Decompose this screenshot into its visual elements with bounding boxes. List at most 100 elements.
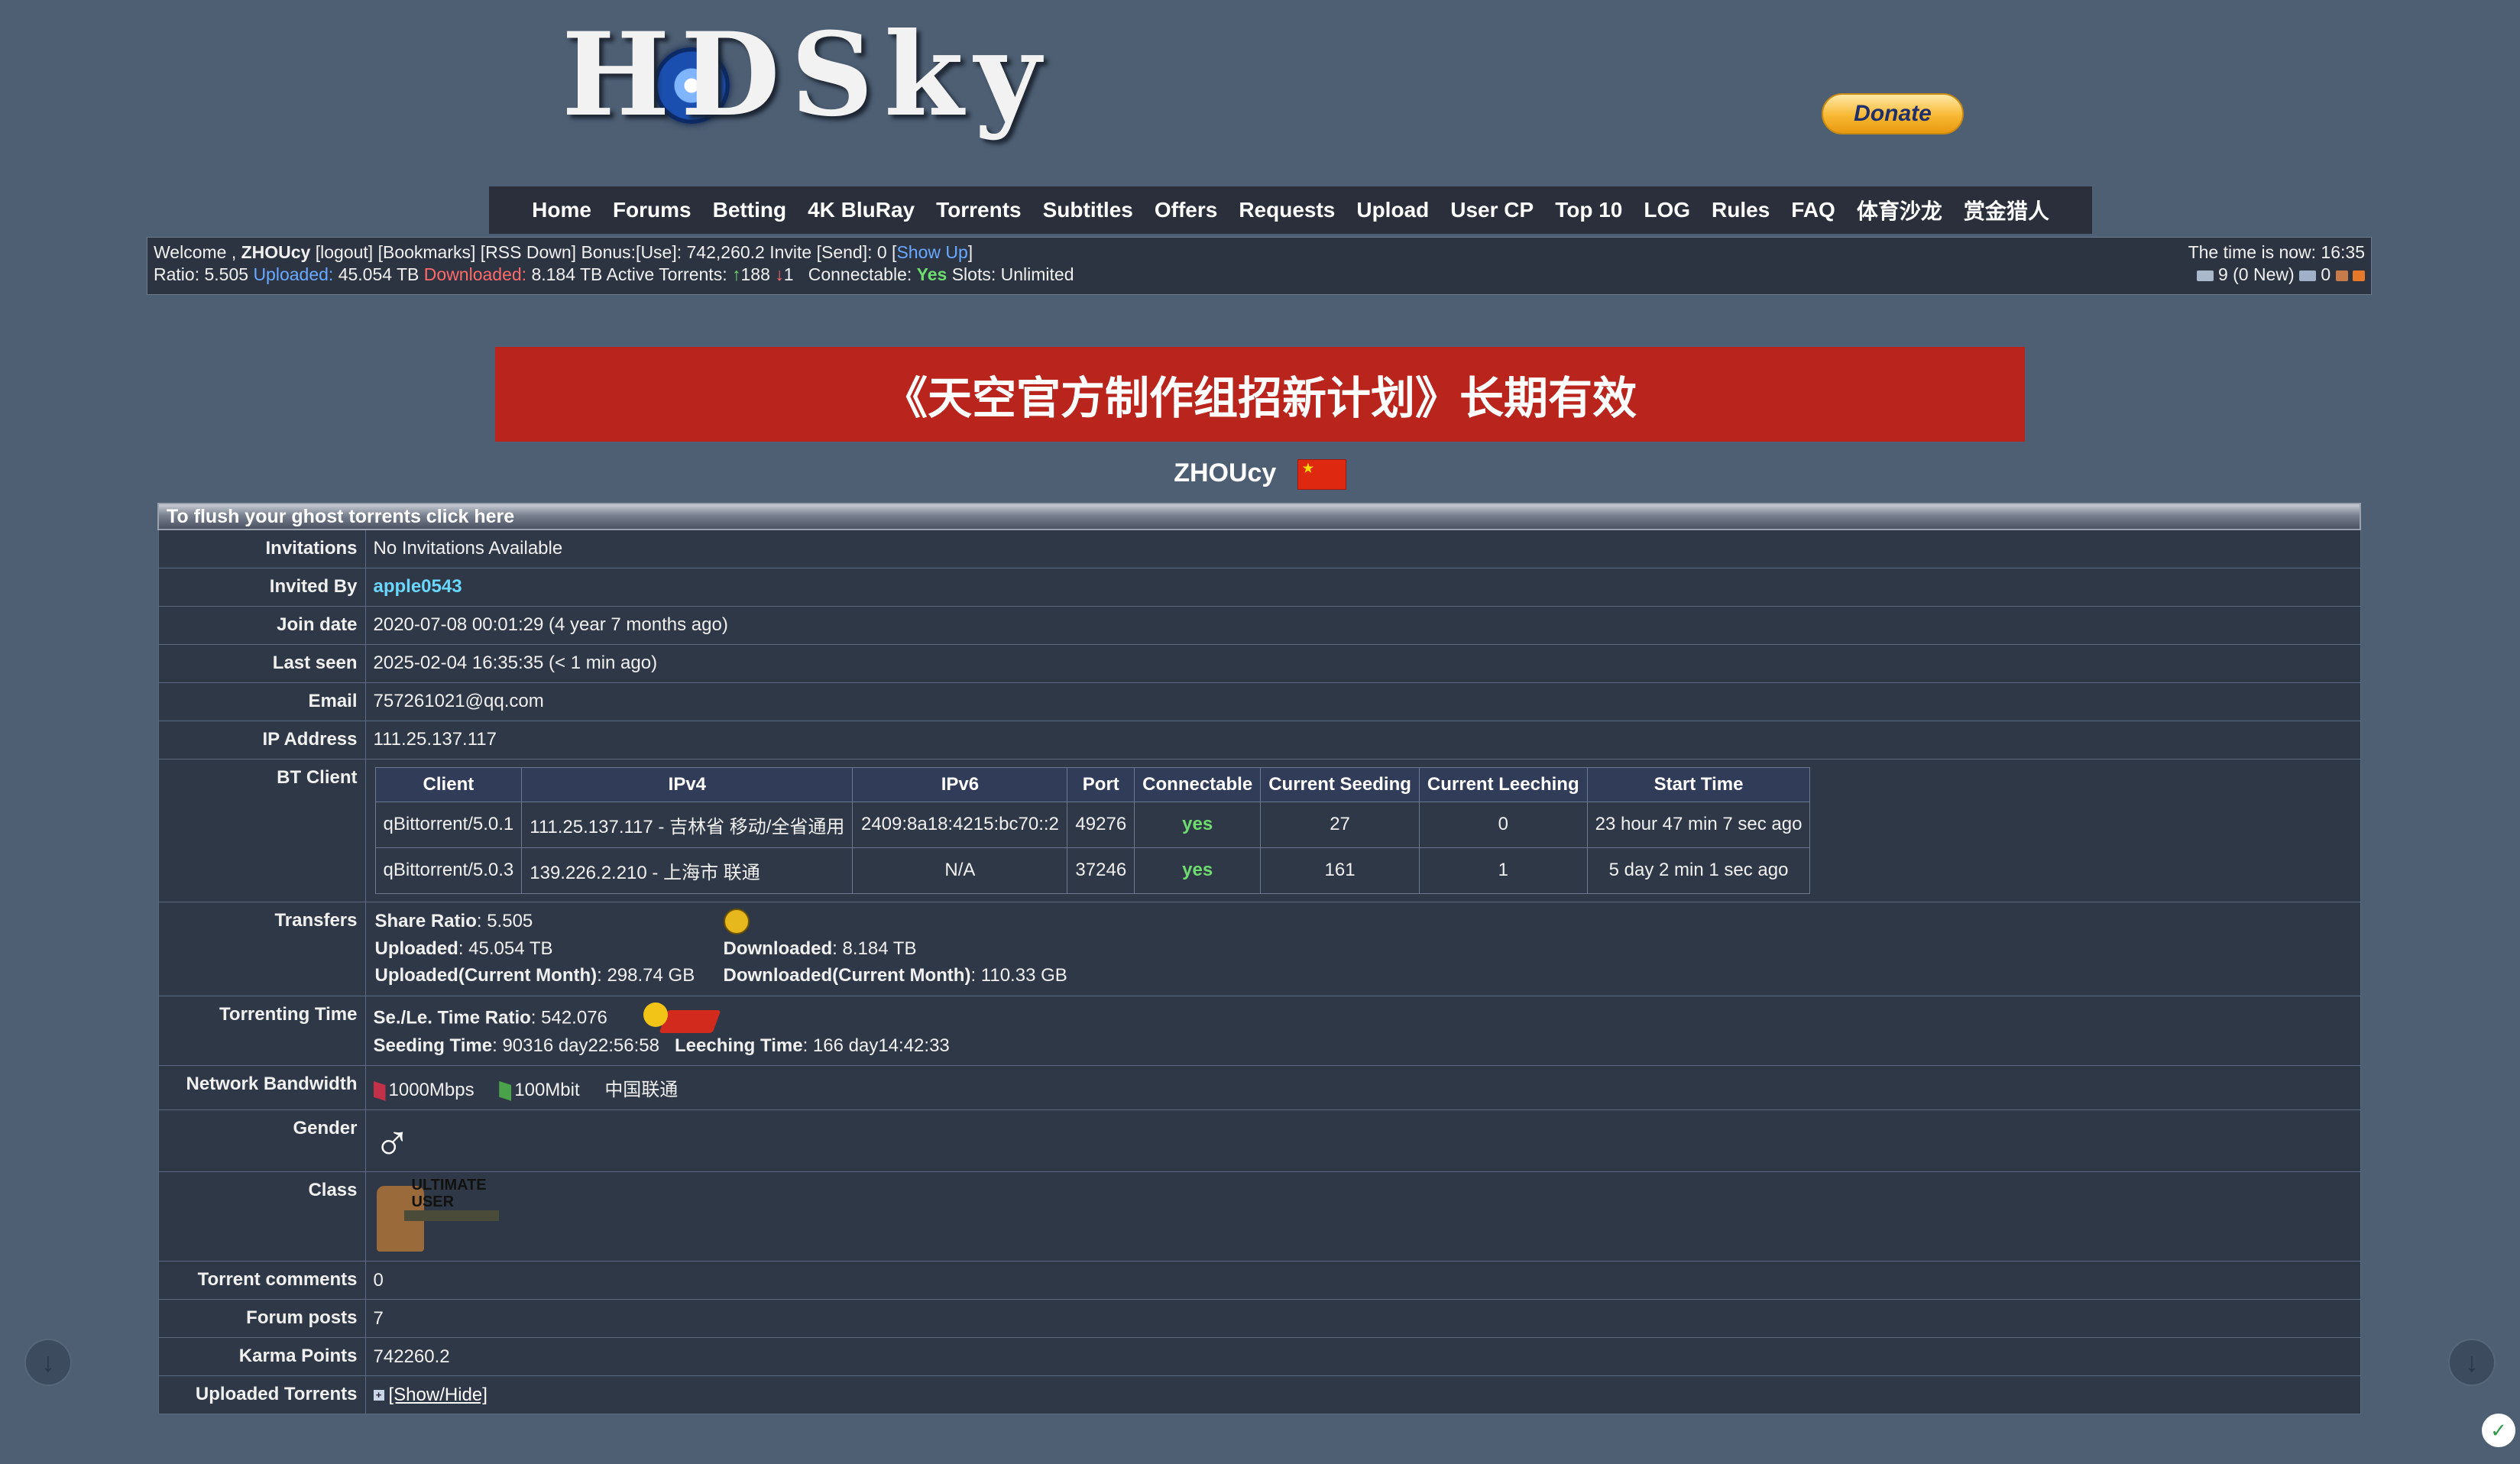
ipv4-cell: 111.25.137.117 - 吉林省 移动/全省通用 [521,801,853,848]
col-current-seeding: Current Seeding [1260,766,1420,802]
nav-user-cp[interactable]: User CP [1440,198,1544,222]
karma-value: 742260.2 [364,1337,2361,1377]
downloaded-value: 8.184 TB [531,264,603,284]
invitations-label: Invitations [157,529,366,568]
expand-icon[interactable]: + [373,1390,384,1401]
friends-icon[interactable] [2335,270,2348,281]
user-links[interactable]: [logout] [Bookmarks] [RSS Down] [316,242,576,262]
row-uploaded-torrents: Uploaded Torrents + [Show/Hide] [157,1375,2361,1415]
male-icon: ♂ [373,1113,412,1170]
ip-label: IP Address [157,720,366,760]
class-badge-icon: ULTIMATE USER [374,1177,504,1256]
scroll-down-left-icon[interactable]: ↓ [24,1339,72,1386]
seeding-cell: 161 [1260,847,1420,894]
col-port: Port [1067,766,1135,802]
forum-posts-label: Forum posts [157,1299,366,1339]
table-row: qBittorrent/5.0.1 111.25.137.117 - 吉林省 移… [374,801,1811,848]
start-time-cell: 23 hour 47 min 7 sec ago [1586,801,1811,848]
row-invitations: Invitations No Invitations Available [157,529,2361,568]
port-cell: 37246 [1067,847,1135,894]
site-logo[interactable]: HDSky [562,8,1041,142]
nav-bounty-hunter[interactable]: 赏金猎人 [1953,195,2060,225]
row-ip-address: IP Address 111.25.137.117 [157,720,2361,760]
show-hide-link[interactable]: [Show/Hide] [389,1385,487,1405]
username-link[interactable]: ZHOUcy [241,242,311,262]
user-info-bar: Welcome , ZHOUcy [logout] [Bookmarks] [R… [147,237,2372,295]
active-torrents-label: Active Torrents: [606,264,727,284]
ipv4-cell: 139.226.2.210 - 上海市 联通 [521,847,853,894]
profile-table: To flush your ghost torrents click here … [157,503,2361,1415]
nav-upload[interactable]: Upload [1346,198,1440,222]
nav-faq[interactable]: FAQ [1780,198,1846,222]
envelope-icon[interactable] [2196,270,2214,281]
uploaded-value: 45.054 TB [338,264,419,284]
col-client: Client [374,766,523,802]
row-torrent-comments: Torrent comments 0 [157,1261,2361,1300]
main-nav: Home Forums Betting 4K BluRay Torrents S… [489,186,2092,234]
outbox-count[interactable]: 0 [2321,264,2331,284]
scroll-down-right-icon[interactable]: ↓ [2448,1339,2496,1386]
seeding-cell: 27 [1260,801,1420,848]
torrenting-time-label: Torrenting Time [157,996,366,1067]
bonus-text[interactable]: Bonus:[Use]: 742,260.2 [581,242,764,262]
bt-client-label: BT Client [157,758,366,902]
smiley-icon [723,909,750,935]
start-time-cell: 5 day 2 min 1 sec ago [1586,847,1811,894]
nav-requests[interactable]: Requests [1228,198,1346,222]
comments-label: Torrent comments [157,1261,366,1300]
col-connectable: Connectable [1134,766,1262,802]
row-gender: Gender ♂ [157,1109,2361,1173]
shield-icon[interactable]: ✓ [2482,1414,2515,1447]
email-label: Email [157,682,366,721]
row-karma: Karma Points 742260.2 [157,1337,2361,1377]
donate-button[interactable]: Donate [1822,93,1964,134]
nav-offers[interactable]: Offers [1144,198,1228,222]
invite-text[interactable]: Invite [Send]: 0 [769,242,886,262]
class-label: Class [157,1171,366,1262]
messages-count[interactable]: 9 (0 New) [2218,264,2295,284]
gender-label: Gender [157,1109,366,1173]
col-current-leeching: Current Leeching [1418,766,1588,802]
current-time: The time is now: 16:35 [2188,242,2365,262]
nav-home[interactable]: Home [521,198,602,222]
row-bt-client: BT Client Client IPv4 IPv6 Port Connecta… [157,758,2361,902]
bandwidth-label: Network Bandwidth [157,1065,366,1111]
nav-betting[interactable]: Betting [702,198,797,222]
row-join-date: Join date 2020-07-08 00:01:29 (4 year 7 … [157,605,2361,645]
outbox-icon[interactable] [2299,270,2317,281]
table-row: qBittorrent/5.0.3 139.226.2.210 - 上海市 联通… [374,847,1811,894]
nav-sports-salon[interactable]: 体育沙龙 [1846,195,1953,225]
row-network-bandwidth: Network Bandwidth 1000Mbps 100Mbit 中国联通 [157,1065,2361,1111]
nav-subtitles[interactable]: Subtitles [1032,198,1144,222]
last-seen-value: 2025-02-04 16:35:35 (< 1 min ago) [364,643,2361,683]
nav-4k-bluray[interactable]: 4K BluRay [797,198,925,222]
nav-forums[interactable]: Forums [602,198,702,222]
downloaded-month: Downloaded(Current Month): 110.33 GB [723,965,1067,986]
rss-icon[interactable] [2353,270,2365,281]
karma-label: Karma Points [157,1337,366,1377]
download-speed: 1000Mbps [388,1080,475,1101]
nav-log[interactable]: LOG [1633,198,1701,222]
recruitment-banner[interactable]: 《天空官方制作组招新计划》长期有效 [495,347,2025,442]
logo-text: HDSky [562,8,1052,142]
uploaded-torrents-label: Uploaded Torrents [157,1375,366,1415]
upload-speed-icon [499,1080,512,1101]
inviter-link[interactable]: apple0543 [374,576,462,597]
nav-torrents[interactable]: Torrents [925,198,1032,222]
invitations-value: No Invitations Available [364,529,2361,568]
isp-name: 中国联通 [604,1080,679,1101]
china-flag-icon: ★ [1297,459,1346,491]
show-up-link[interactable]: Show Up [896,242,967,262]
join-date-label: Join date [157,605,366,645]
last-seen-label: Last seen [157,643,366,683]
runner-icon [643,1002,721,1035]
row-invited-by: Invited By apple0543 [157,567,2361,607]
flush-ghost-torrents-link[interactable]: To flush your ghost torrents click here [157,503,2361,530]
row-last-seen: Last seen 2025-02-04 16:35:35 (< 1 min a… [157,643,2361,683]
uploaded-total: Uploaded: 45.054 TB [374,938,553,960]
nav-rules[interactable]: Rules [1701,198,1780,222]
uploaded-month: Uploaded(Current Month): 298.74 GB [374,965,695,986]
nav-top10[interactable]: Top 10 [1544,198,1633,222]
port-cell: 49276 [1067,801,1135,848]
active-down-count: 1 [783,264,794,284]
